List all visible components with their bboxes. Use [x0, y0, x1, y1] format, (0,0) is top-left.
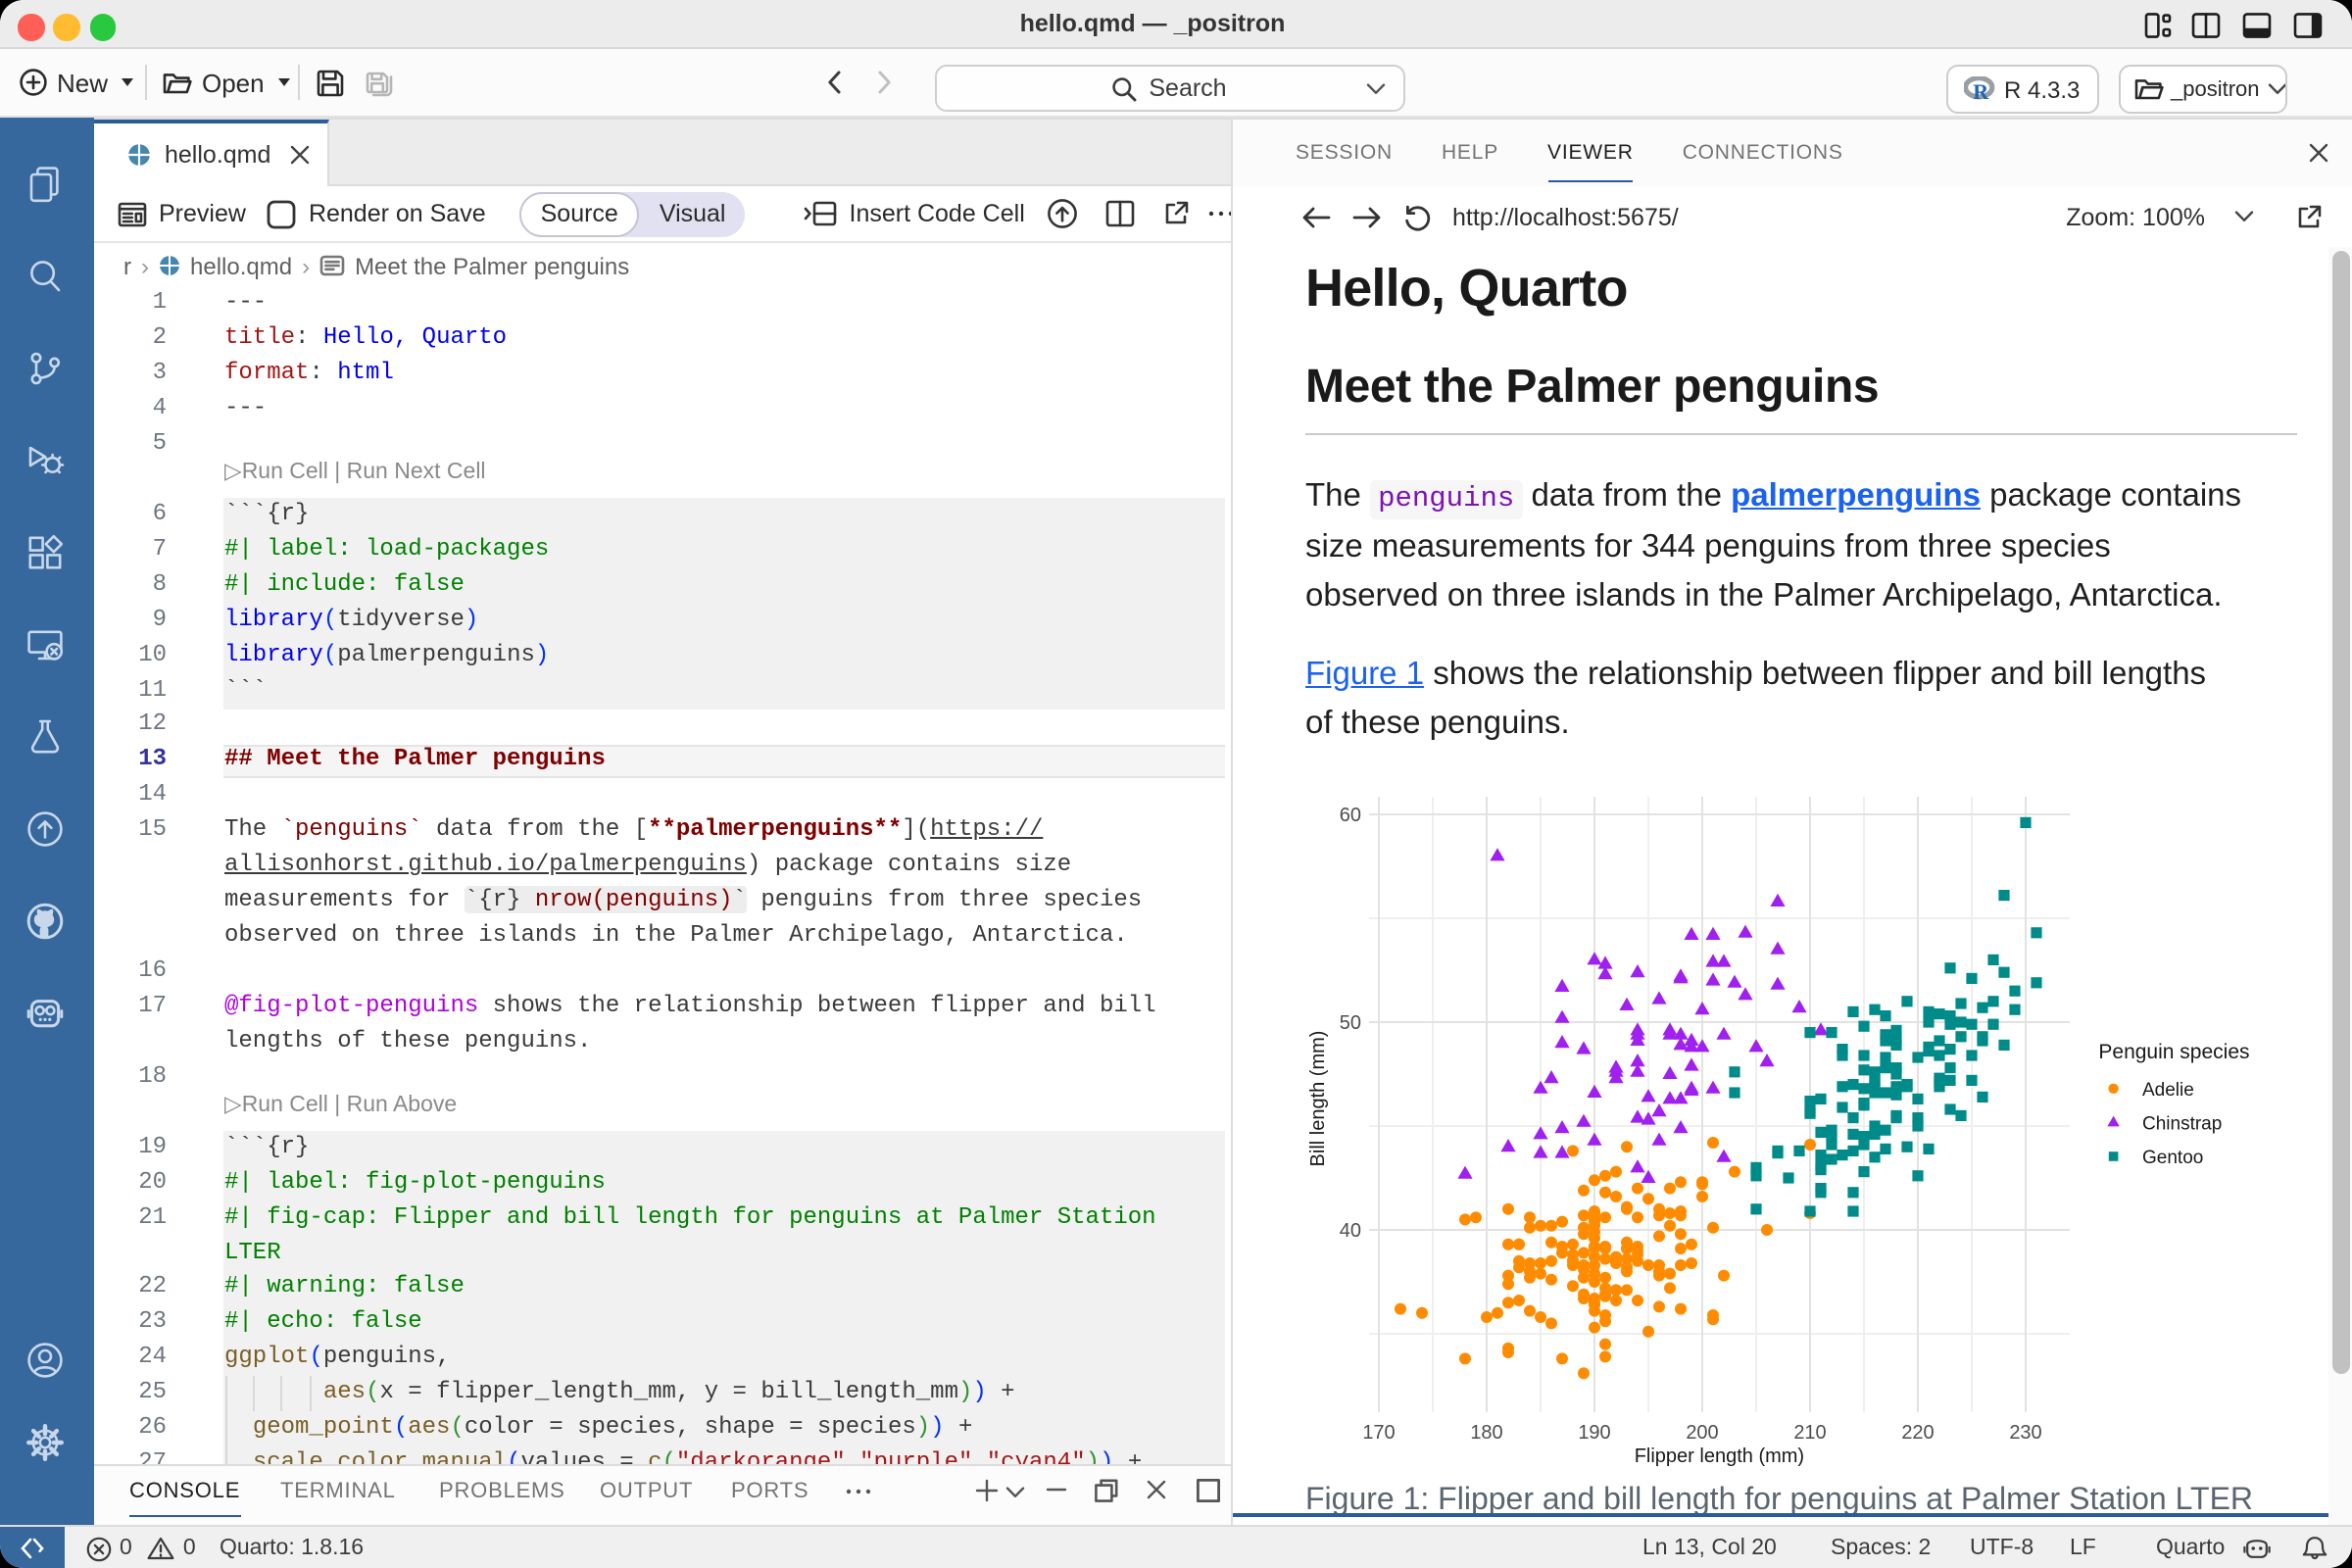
svg-text:R: R: [1972, 79, 1988, 102]
svg-text:Gentoo: Gentoo: [2142, 1148, 2203, 1168]
svg-text:60: 60: [1340, 805, 1361, 826]
svg-text:Penguin species: Penguin species: [2098, 1041, 2249, 1063]
svg-text:200: 200: [1686, 1422, 1718, 1444]
svg-text:Chinstrap: Chinstrap: [2142, 1113, 2222, 1134]
svg-text:210: 210: [1793, 1422, 1826, 1444]
svg-text:Bill length (mm): Bill length (mm): [1307, 1031, 1329, 1167]
svg-text:180: 180: [1470, 1422, 1502, 1444]
svg-text:190: 190: [1578, 1422, 1610, 1444]
svg-text:50: 50: [1340, 1012, 1361, 1034]
svg-text:230: 230: [2009, 1422, 2041, 1444]
svg-text:Flipper length (mm): Flipper length (mm): [1635, 1446, 1804, 1467]
svg-text:Adelie: Adelie: [2142, 1080, 2194, 1101]
svg-text:40: 40: [1340, 1220, 1361, 1242]
svg-text:220: 220: [1901, 1422, 1934, 1444]
svg-text:170: 170: [1362, 1422, 1395, 1444]
